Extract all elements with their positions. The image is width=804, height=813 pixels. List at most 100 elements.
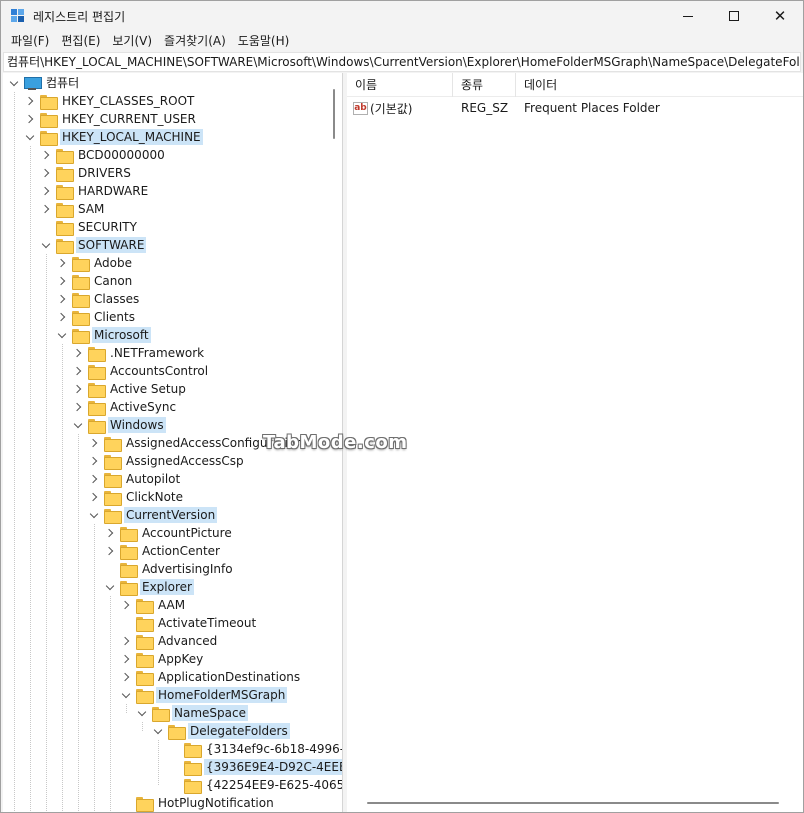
chevron-right-icon[interactable] [56, 254, 68, 272]
tree-node[interactable]: AAM [120, 596, 187, 614]
chevron-down-icon[interactable] [152, 722, 164, 740]
tree-node[interactable]: ActionCenter [104, 542, 222, 560]
chevron-right-icon[interactable] [72, 362, 84, 380]
value-row[interactable]: ab (기본값) REG_SZ Frequent Places Folder [347, 99, 803, 117]
key-tree-pane[interactable]: 컴퓨터 HKEY_CLASSES_ROOT HKEY_CURRENT_USER HKE… [3, 73, 343, 812]
chevron-right-icon[interactable] [88, 452, 100, 470]
tree-node[interactable]: HARDWARE [40, 182, 150, 200]
close-button[interactable]: ✕ [757, 1, 803, 31]
chevron-right-icon[interactable] [40, 200, 52, 218]
chevron-right-icon[interactable] [104, 542, 116, 560]
menu-help[interactable]: 도움말(H) [232, 31, 296, 51]
tree-node[interactable]: ActivateTimeout [120, 614, 258, 632]
address-bar[interactable]: 컴퓨터\HKEY_LOCAL_MACHINE\SOFTWARE\Microsof… [3, 52, 801, 72]
chevron-right-icon[interactable] [40, 164, 52, 182]
tree-scroll-thumb[interactable] [333, 89, 335, 139]
tree-node[interactable]: .NETFramework [72, 344, 206, 362]
value-data: Frequent Places Folder [524, 101, 660, 115]
menu-file[interactable]: 파일(F) [5, 31, 55, 51]
chevron-down-icon[interactable] [40, 236, 52, 254]
tree-node[interactable]: Active Setup [72, 380, 188, 398]
column-name-header[interactable]: 이름 [347, 73, 453, 97]
tree-node[interactable]: HKEY_LOCAL_MACHINE [24, 128, 203, 146]
tree-node-label: SECURITY [78, 220, 137, 234]
maximize-button[interactable] [711, 1, 757, 31]
tree-node[interactable]: {42254EE9-E625-4065-8D1A-C2C7A8B1DD1A} [168, 776, 342, 794]
chevron-down-icon[interactable] [24, 128, 36, 146]
tree-node[interactable]: ApplicationDestinations [120, 668, 302, 686]
folder-icon [56, 148, 74, 164]
tree-node[interactable]: Microsoft [56, 326, 151, 344]
chevron-right-icon[interactable] [120, 650, 132, 668]
tree-node[interactable]: BCD00000000 [40, 146, 167, 164]
tree-node[interactable]: Explorer [104, 578, 194, 596]
chevron-right-icon[interactable] [88, 434, 100, 452]
chevron-right-icon[interactable] [56, 272, 68, 290]
chevron-down-icon[interactable] [8, 74, 20, 92]
tree-node[interactable]: AdvertisingInfo [104, 560, 235, 578]
minimize-button[interactable] [665, 1, 711, 31]
menu-favorites[interactable]: 즐겨찾기(A) [158, 31, 232, 51]
tree-node[interactable]: Windows [72, 416, 166, 434]
tree-node[interactable]: SAM [40, 200, 106, 218]
chevron-right-icon[interactable] [88, 488, 100, 506]
chevron-right-icon[interactable] [72, 398, 84, 416]
folder-icon [56, 184, 74, 200]
folder-icon [136, 652, 154, 668]
menu-edit[interactable]: 편집(E) [55, 31, 106, 51]
tree-node[interactable]: AccountsControl [72, 362, 210, 380]
tree-node[interactable]: DRIVERS [40, 164, 133, 182]
value-list-pane[interactable]: 이름 종류 데이터 ab (기본값) REG_SZ Frequent Place… [347, 73, 803, 812]
menu-view[interactable]: 보기(V) [106, 31, 158, 51]
tree-node[interactable]: HomeFolderMSGraph [120, 686, 288, 704]
chevron-right-icon[interactable] [120, 596, 132, 614]
tree-node[interactable]: ClickNote [88, 488, 185, 506]
column-type-header[interactable]: 종류 [453, 73, 516, 97]
tree-node[interactable]: CurrentVersion [88, 506, 218, 524]
tree-node[interactable]: DelegateFolders [152, 722, 290, 740]
chevron-down-icon[interactable] [72, 416, 84, 434]
chevron-down-icon[interactable] [136, 704, 148, 722]
tree-node[interactable]: HKEY_CLASSES_ROOT [24, 92, 196, 110]
column-data-header[interactable]: 데이터 [516, 73, 803, 97]
chevron-right-icon[interactable] [120, 668, 132, 686]
chevron-right-icon[interactable] [24, 110, 36, 128]
tree-node[interactable]: HKEY_CURRENT_USER [24, 110, 198, 128]
tree-node[interactable]: AssignedAccessCsp [88, 452, 246, 470]
tree-node[interactable]: Canon [56, 272, 134, 290]
chevron-right-icon[interactable] [72, 380, 84, 398]
tree-vertical-scrollbar[interactable] [329, 73, 339, 812]
chevron-down-icon[interactable] [104, 578, 116, 596]
tree-node[interactable]: 컴퓨터 [8, 74, 81, 92]
chevron-right-icon[interactable] [24, 92, 36, 110]
chevron-right-icon[interactable] [88, 470, 100, 488]
tree-node[interactable]: SECURITY [40, 218, 139, 236]
tree-node[interactable]: Classes [56, 290, 141, 308]
tree-node[interactable]: AssignedAccessConfiguration [88, 434, 305, 452]
tree-node[interactable]: NameSpace [136, 704, 248, 722]
chevron-down-icon[interactable] [88, 506, 100, 524]
chevron-right-icon[interactable] [120, 632, 132, 650]
chevron-right-icon[interactable] [56, 308, 68, 326]
list-horizontal-scrollbar[interactable] [367, 802, 779, 804]
chevron-down-icon[interactable] [56, 326, 68, 344]
chevron-right-icon[interactable] [72, 344, 84, 362]
chevron-right-icon[interactable] [56, 290, 68, 308]
chevron-down-icon[interactable] [120, 686, 132, 704]
tree-node[interactable]: SOFTWARE [40, 236, 147, 254]
tree-node[interactable]: HotPlugNotification [120, 794, 276, 812]
chevron-right-icon[interactable] [104, 524, 116, 542]
tree-node[interactable]: {3936E9E4-D92C-4EEE-A85A-BC16D5EA0819} [168, 758, 342, 776]
tree-node[interactable]: AccountPicture [104, 524, 234, 542]
tree-node[interactable]: Clients [56, 308, 137, 326]
tree-node[interactable]: Advanced [120, 632, 219, 650]
tree-node[interactable]: AppKey [120, 650, 205, 668]
tree-node[interactable]: Autopilot [88, 470, 182, 488]
tree-node[interactable]: {3134ef9c-6b18-4996-ad04-ed5912e00eb5} [168, 740, 342, 758]
chevron-right-icon[interactable] [40, 146, 52, 164]
title-bar[interactable]: 레지스트리 편집기 ✕ [1, 1, 803, 31]
regedit-app-icon [11, 9, 25, 23]
chevron-right-icon[interactable] [40, 182, 52, 200]
tree-node[interactable]: Adobe [56, 254, 134, 272]
tree-node[interactable]: ActiveSync [72, 398, 178, 416]
